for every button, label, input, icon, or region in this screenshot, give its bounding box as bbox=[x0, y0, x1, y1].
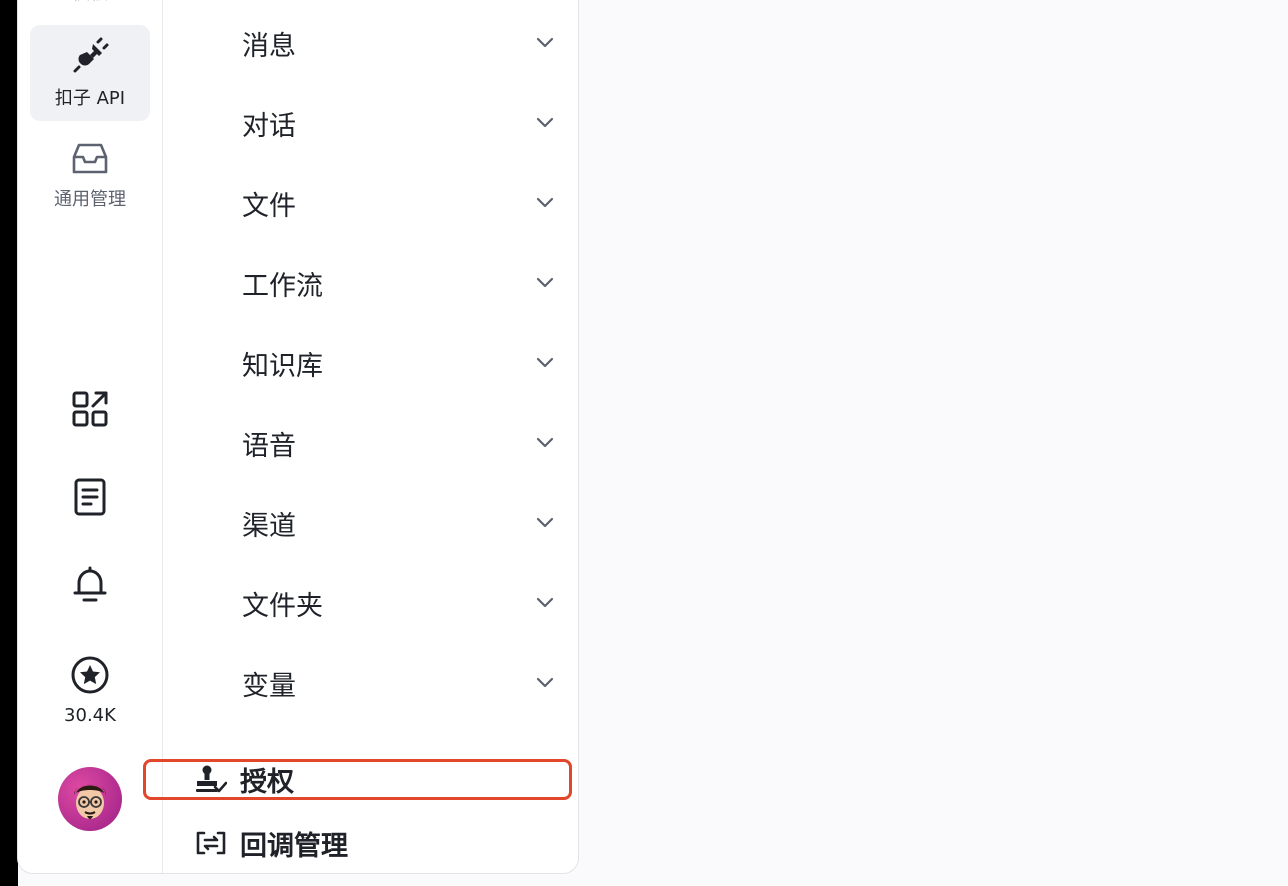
window-edge bbox=[0, 0, 18, 886]
nav-item-folder[interactable]: 文件夹 bbox=[242, 581, 554, 625]
nav-item-callback-management-label: 回调管理 bbox=[240, 830, 348, 862]
nav-item-workflow[interactable]: 工作流 bbox=[242, 261, 554, 305]
chevron-down-icon bbox=[536, 354, 554, 372]
inbox-icon bbox=[70, 141, 110, 181]
nav-item-callback-management[interactable]: 回调管理 bbox=[194, 821, 348, 865]
apps-button[interactable] bbox=[68, 389, 112, 433]
nav-item-message[interactable]: 消息 bbox=[242, 21, 554, 65]
api-nav-menu: 消息 对话 文件 工作流 知识库 语音 渠道 文件夹 变量 授权 回调管理 bbox=[164, 0, 578, 873]
app-window: 模板 扣子 API bbox=[0, 0, 1288, 886]
rail-item-coze-api[interactable]: 扣子 API bbox=[30, 25, 150, 121]
chevron-down-icon bbox=[536, 34, 554, 52]
document-icon bbox=[73, 477, 107, 521]
stamp-icon bbox=[194, 762, 228, 796]
docs-button[interactable] bbox=[68, 477, 112, 521]
nav-item-knowledge-base[interactable]: 知识库 bbox=[242, 341, 554, 385]
rail-item-templates-label: 模板 bbox=[72, 0, 108, 5]
nav-item-channel-label: 渠道 bbox=[242, 510, 296, 542]
chevron-down-icon bbox=[536, 594, 554, 612]
nav-item-file-label: 文件 bbox=[242, 190, 296, 222]
nav-item-workflow-label: 工作流 bbox=[242, 270, 323, 302]
nav-item-channel[interactable]: 渠道 bbox=[242, 501, 554, 545]
nav-item-message-label: 消息 bbox=[242, 30, 296, 62]
chevron-down-icon bbox=[536, 514, 554, 532]
sidebar-panel: 模板 扣子 API bbox=[17, 0, 579, 874]
nav-item-authorization-label: 授权 bbox=[240, 766, 294, 798]
rail-item-coze-api-label: 扣子 API bbox=[54, 88, 126, 109]
bell-icon bbox=[72, 565, 108, 609]
chevron-down-icon bbox=[536, 674, 554, 692]
star-count: 30.4K bbox=[64, 705, 116, 726]
nav-item-file[interactable]: 文件 bbox=[242, 181, 554, 225]
nav-item-audio[interactable]: 语音 bbox=[242, 421, 554, 465]
nav-item-folder-label: 文件夹 bbox=[242, 590, 323, 622]
chevron-down-icon bbox=[536, 194, 554, 212]
nav-item-authorization[interactable]: 授权 bbox=[194, 757, 294, 801]
user-avatar[interactable] bbox=[58, 767, 122, 831]
apps-icon bbox=[71, 390, 109, 432]
rail-item-general-management[interactable]: 通用管理 bbox=[30, 131, 150, 221]
nav-item-conversation[interactable]: 对话 bbox=[242, 101, 554, 145]
nav-item-variable[interactable]: 变量 bbox=[242, 661, 554, 705]
nav-item-knowledge-base-label: 知识库 bbox=[242, 350, 323, 382]
notifications-button[interactable] bbox=[68, 565, 112, 609]
callback-icon bbox=[194, 826, 228, 860]
avatar-icon bbox=[58, 784, 122, 831]
nav-item-conversation-label: 对话 bbox=[242, 110, 296, 142]
chevron-down-icon bbox=[536, 274, 554, 292]
star-circle-icon bbox=[70, 655, 110, 699]
rail-item-general-management-label: 通用管理 bbox=[54, 189, 126, 210]
nav-item-audio-label: 语音 bbox=[242, 430, 296, 462]
chevron-down-icon bbox=[536, 434, 554, 452]
chevron-down-icon bbox=[536, 114, 554, 132]
rail-item-templates-cut[interactable]: 模板 bbox=[30, 0, 150, 5]
github-star[interactable]: 30.4K bbox=[48, 655, 132, 726]
icon-rail: 模板 扣子 API bbox=[18, 0, 163, 873]
nav-item-variable-label: 变量 bbox=[242, 670, 296, 702]
plug-icon bbox=[70, 36, 110, 80]
